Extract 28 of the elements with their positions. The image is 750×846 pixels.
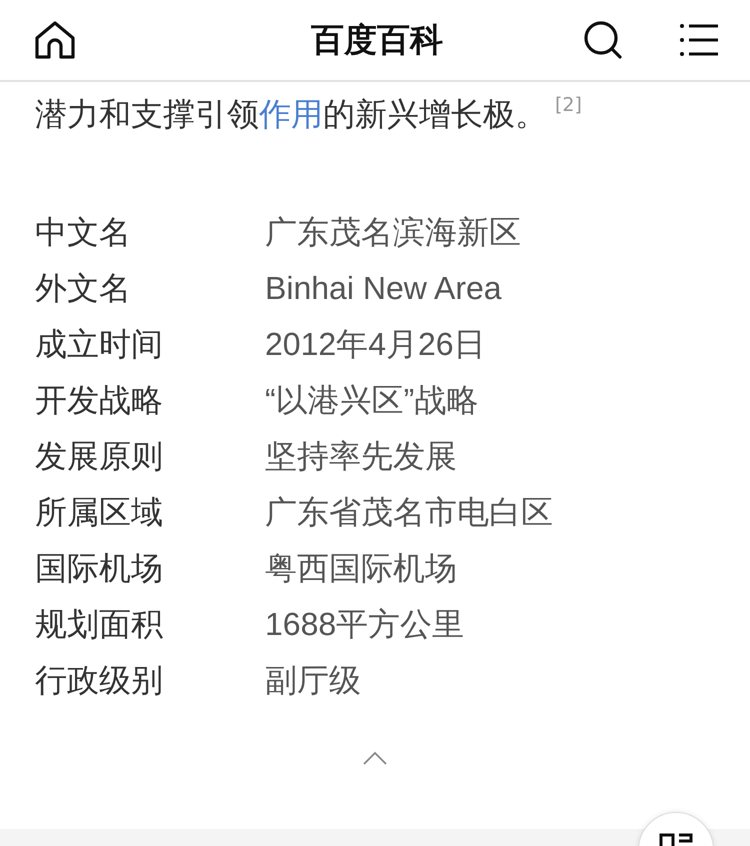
collapse-button[interactable] <box>362 750 388 766</box>
field-label: 国际机场 <box>35 548 164 589</box>
intro-paragraph: 潜力和支撑引领作用的新兴增长极。 $^{[2]}$ <box>35 93 583 135</box>
field-value: 粤西国际机场 <box>265 549 458 588</box>
chevron-up-icon <box>362 750 388 766</box>
search-icon <box>583 20 623 60</box>
catalog-icon <box>659 833 693 846</box>
field-label: 行政级别 <box>35 660 164 701</box>
field-value: 副厅级 <box>265 661 362 700</box>
term-link[interactable]: 作用 <box>259 95 323 133</box>
footnote-link[interactable]: [2] <box>555 94 582 116</box>
field-label: 中文名 <box>35 212 132 253</box>
field-label: 成立时间 <box>35 324 164 365</box>
field-value: 2012年4月26日 <box>265 325 487 364</box>
field-value: 1688平方公里 <box>265 605 466 644</box>
field-label: 所属区域 <box>35 492 164 533</box>
field-value: Binhai New Area <box>265 269 503 308</box>
field-value: “以港兴区”战略 <box>265 381 480 420</box>
field-label: 发展原则 <box>35 436 164 477</box>
field-value: 坚持率先发展 <box>265 437 458 476</box>
menu-icon <box>680 23 718 57</box>
field-label: 规划面积 <box>35 604 164 645</box>
site-title: 百度百科 <box>311 18 443 60</box>
field-label: 外文名 <box>35 268 132 309</box>
home-icon <box>34 20 76 60</box>
field-value: 广东茂名滨海新区 <box>265 213 522 252</box>
field-value: 广东省茂名市电白区 <box>265 493 554 532</box>
field-label: 开发战略 <box>35 380 164 421</box>
